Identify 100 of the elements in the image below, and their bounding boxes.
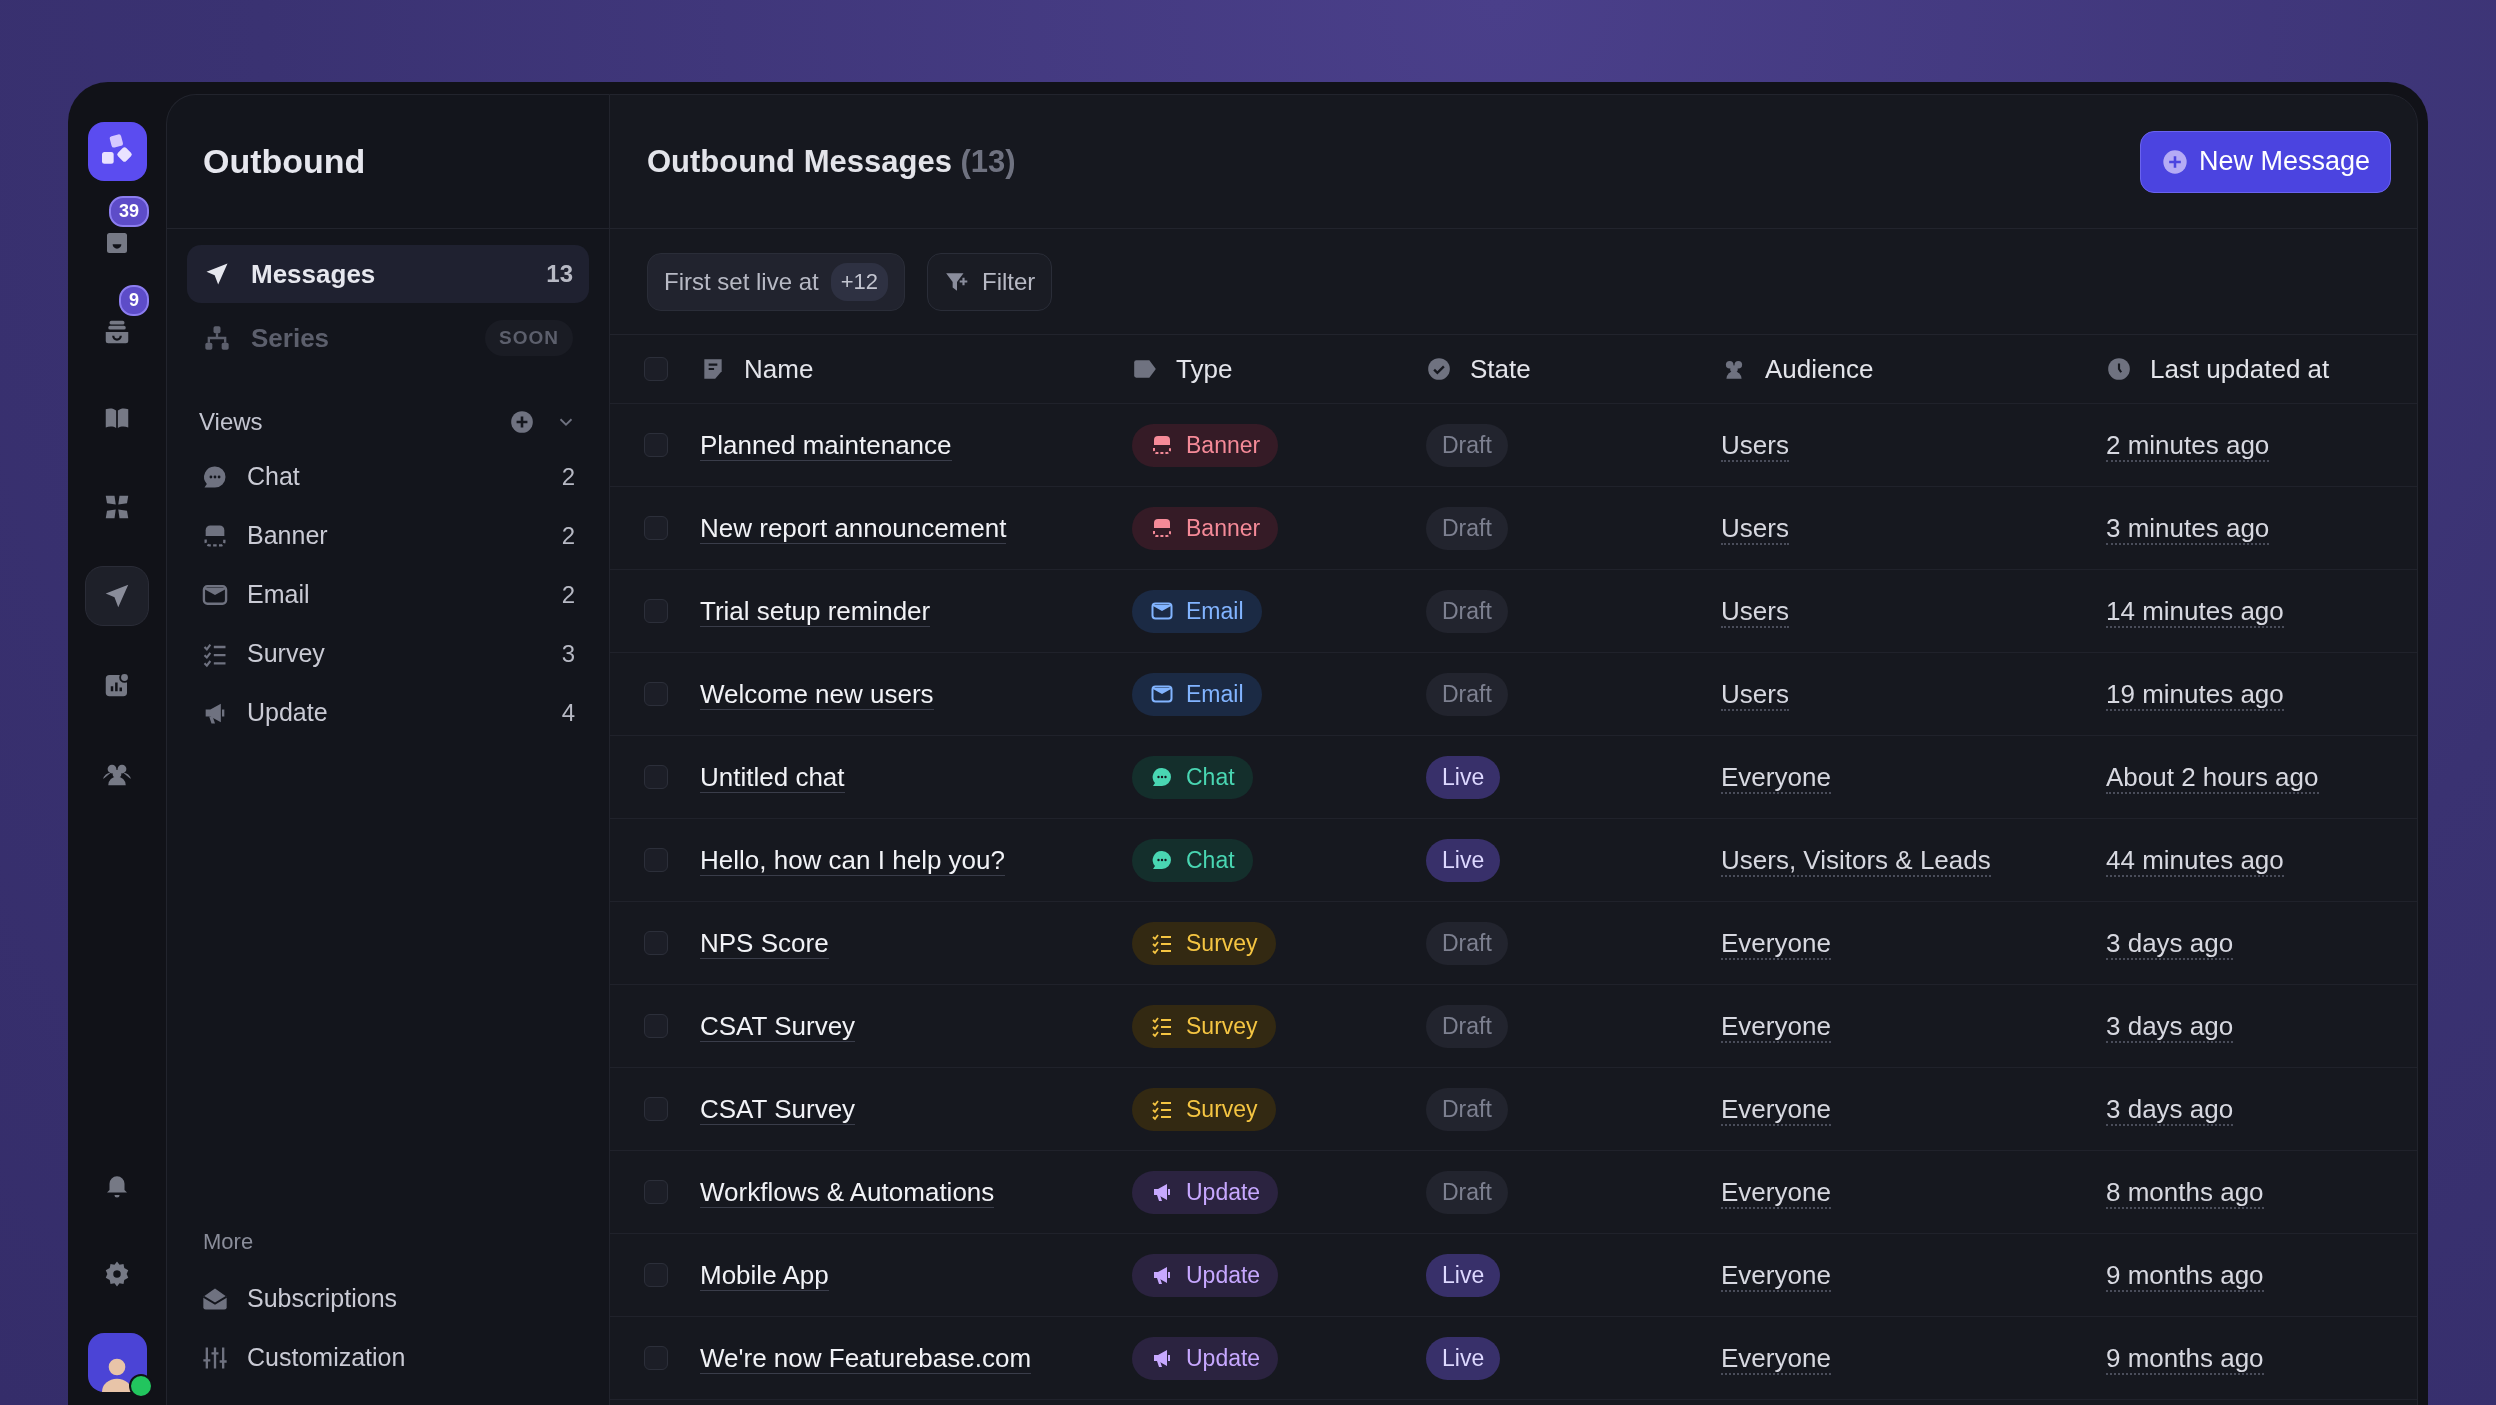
sidebar-item[interactable]: Update 4 bbox=[187, 683, 589, 742]
sidebar-item[interactable]: Email 2 bbox=[187, 565, 589, 624]
count-badge: 39 bbox=[108, 196, 149, 227]
message-name-link[interactable]: Workflows & Automations bbox=[700, 1176, 995, 1208]
banner-icon bbox=[1150, 516, 1174, 540]
audience-cell: Everyone bbox=[1721, 1093, 1831, 1126]
row-checkbox[interactable] bbox=[644, 516, 668, 540]
row-checkbox[interactable] bbox=[644, 1180, 668, 1204]
audience-cell: Users, Visitors & Leads bbox=[1721, 844, 1991, 877]
updated-time: 9 months ago bbox=[2106, 1342, 2264, 1375]
type-tag: Update bbox=[1132, 1170, 1279, 1214]
count-badge: 9 bbox=[119, 285, 149, 316]
column-header[interactable]: Last updated at bbox=[2106, 353, 2330, 385]
state-tag: Draft bbox=[1426, 506, 1508, 550]
audience-cell: Everyone bbox=[1721, 1176, 1831, 1209]
type-tag: Email bbox=[1132, 672, 1262, 716]
updated-time: 9 months ago bbox=[2106, 1259, 2264, 1292]
select-all-checkbox[interactable] bbox=[644, 357, 668, 381]
updated-time: About 2 hours ago bbox=[2106, 761, 2319, 794]
audience-cell: Everyone bbox=[1721, 1259, 1831, 1292]
updated-time: 44 minutes ago bbox=[2106, 844, 2284, 877]
row-checkbox[interactable] bbox=[644, 1346, 668, 1370]
state-tag: Live bbox=[1426, 1253, 1501, 1297]
column-header[interactable]: State bbox=[1426, 353, 1531, 385]
state-tag: Live bbox=[1426, 838, 1501, 882]
message-name-link[interactable]: Planned maintenance bbox=[700, 429, 952, 461]
state-tag: Draft bbox=[1426, 921, 1508, 965]
banner-icon bbox=[1150, 433, 1174, 457]
state-tag: Draft bbox=[1426, 1087, 1508, 1131]
state-tag: Draft bbox=[1426, 672, 1508, 716]
sidebar-item[interactable]: Banner 2 bbox=[187, 506, 589, 565]
sidebar-item[interactable]: Subscriptions bbox=[187, 1269, 589, 1328]
soon-badge: SOON bbox=[485, 320, 573, 356]
row-checkbox[interactable] bbox=[644, 931, 668, 955]
sidebar-item[interactable]: Customization bbox=[187, 1328, 589, 1387]
state-tag: Draft bbox=[1426, 589, 1508, 633]
new-message-button[interactable]: New Message bbox=[2139, 130, 2391, 193]
check-circle-icon bbox=[1426, 356, 1452, 382]
updated-time: 3 minutes ago bbox=[2106, 512, 2270, 545]
sidebar-title: Outbound bbox=[203, 142, 366, 181]
updated-time: 3 days ago bbox=[2106, 927, 2234, 960]
audience-cell: Users bbox=[1721, 595, 1789, 628]
row-checkbox[interactable] bbox=[644, 765, 668, 789]
row-checkbox[interactable] bbox=[644, 1014, 668, 1038]
row-checkbox[interactable] bbox=[644, 1263, 668, 1287]
type-tag: Chat bbox=[1132, 838, 1253, 882]
row-checkbox[interactable] bbox=[644, 1097, 668, 1121]
column-header[interactable]: Type bbox=[1132, 353, 1233, 385]
filter-button[interactable]: Filter bbox=[927, 252, 1053, 311]
updated-time: 3 days ago bbox=[2106, 1010, 2234, 1043]
rail-send-button[interactable] bbox=[85, 566, 149, 626]
type-tag: Update bbox=[1132, 1253, 1279, 1297]
row-checkbox[interactable] bbox=[644, 848, 668, 872]
state-tag: Draft bbox=[1426, 1170, 1508, 1214]
sidebar-item[interactable]: Messages 13 bbox=[187, 245, 589, 303]
message-name-link[interactable]: Welcome new users bbox=[700, 678, 934, 710]
message-name-link[interactable]: Hello, how can I help you? bbox=[700, 844, 1005, 876]
hierarchy-icon bbox=[203, 324, 231, 352]
chat-bubble-icon bbox=[1150, 848, 1174, 872]
state-tag: Draft bbox=[1426, 423, 1508, 467]
message-name-link[interactable]: New report announcement bbox=[700, 512, 1007, 544]
rail-inbox-button[interactable]: 39 bbox=[85, 196, 149, 270]
type-tag: Chat bbox=[1132, 755, 1253, 799]
type-tag: Email bbox=[1132, 589, 1262, 633]
row-checkbox[interactable] bbox=[644, 599, 668, 623]
sidebar-item[interactable]: Chat 2 bbox=[187, 447, 589, 506]
row-checkbox[interactable] bbox=[644, 433, 668, 457]
audience-cell: Users bbox=[1721, 512, 1789, 545]
add-icon[interactable] bbox=[509, 409, 535, 435]
audience-cell: Users bbox=[1721, 429, 1789, 462]
message-name-link[interactable]: Trial setup reminder bbox=[700, 595, 931, 627]
app-logo[interactable] bbox=[87, 122, 147, 181]
column-header[interactable]: Name bbox=[700, 353, 814, 385]
page-title: Outbound Messages (13) bbox=[647, 143, 1016, 180]
add-icon bbox=[2160, 147, 2189, 176]
count-badge: +12 bbox=[830, 262, 889, 301]
state-tag: Live bbox=[1426, 755, 1501, 799]
updated-time: 8 months ago bbox=[2106, 1176, 2264, 1209]
message-name-link[interactable]: NPS Score bbox=[700, 927, 829, 959]
message-name-link[interactable]: CSAT Survey bbox=[700, 1093, 856, 1125]
updated-time: 2 minutes ago bbox=[2106, 429, 2270, 462]
audience-cell: Users bbox=[1721, 678, 1789, 711]
sidebar-item[interactable]: Survey 3 bbox=[187, 624, 589, 683]
message-name-link[interactable]: Mobile App bbox=[700, 1259, 829, 1291]
rail-archive-button[interactable]: 9 bbox=[85, 285, 149, 359]
column-header[interactable]: Audience bbox=[1721, 353, 1874, 385]
audience-cell: Everyone bbox=[1721, 1010, 1831, 1043]
updated-time: 14 minutes ago bbox=[2106, 595, 2284, 628]
message-name-link[interactable]: CSAT Survey bbox=[700, 1010, 856, 1042]
message-name-link[interactable]: We're now Featurebase.com bbox=[700, 1342, 1032, 1374]
type-tag: Survey bbox=[1132, 1004, 1276, 1048]
sort-button[interactable]: First set live at +12 bbox=[647, 252, 906, 311]
type-tag: Update bbox=[1132, 1336, 1279, 1380]
updated-time: 3 days ago bbox=[2106, 1093, 2234, 1126]
state-tag: Live bbox=[1426, 1336, 1501, 1380]
section-title: More bbox=[202, 1229, 255, 1255]
state-tag: Draft bbox=[1426, 1004, 1508, 1048]
audience-cell: Everyone bbox=[1721, 927, 1831, 960]
message-name-link[interactable]: Untitled chat bbox=[700, 761, 845, 793]
row-checkbox[interactable] bbox=[644, 682, 668, 706]
